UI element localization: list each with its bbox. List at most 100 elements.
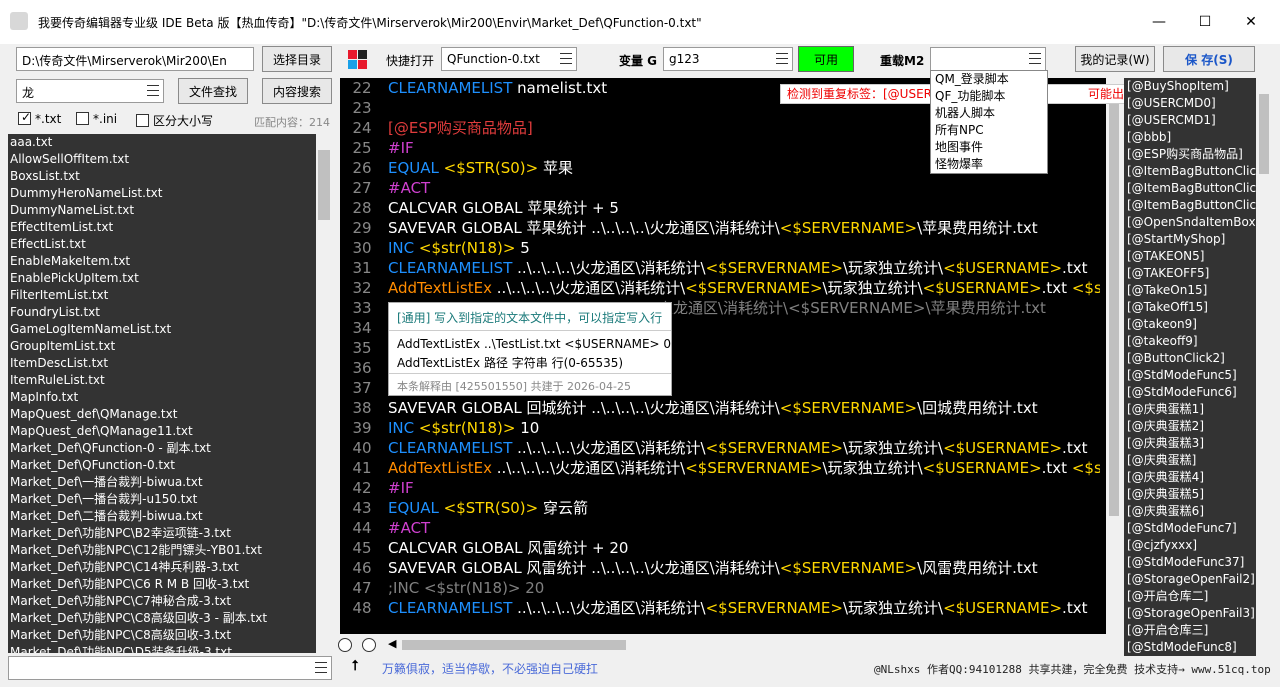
code-line[interactable]: AddTextListEx ..\..\..\..\火龙通区\消耗统计\<$SE… [388, 458, 1100, 478]
label-list-item[interactable]: [@ItemBagButtonClick [1124, 197, 1272, 214]
file-list-item[interactable]: MapInfo.txt [8, 389, 332, 406]
bookmark-prev-icon[interactable] [338, 638, 352, 652]
file-list-item[interactable]: Market_Def\QFunction-0.txt [8, 457, 332, 474]
scroll-thumb[interactable] [1109, 96, 1119, 516]
label-list-item[interactable]: [@StdModeFunc37] [1124, 554, 1272, 571]
file-list-item[interactable]: Market_Def\功能NPC\C12能門镖头-YB01.txt [8, 542, 332, 559]
available-button[interactable]: 可用 [798, 46, 854, 72]
close-button[interactable]: ✕ [1228, 10, 1274, 34]
label-list-item[interactable]: [@takeon9] [1124, 316, 1272, 333]
file-list-item[interactable]: Market_Def\功能NPC\C7神秘合成-3.txt [8, 593, 332, 610]
case-sensitive-checkbox[interactable]: 区分大小写 [136, 112, 213, 129]
label-list-item[interactable]: [@庆典蛋糕] [1124, 452, 1272, 469]
code-line[interactable]: CALCVAR GLOBAL 风雷统计 + 20 [388, 538, 1100, 558]
editor-vertical-scrollbar[interactable] [1106, 78, 1122, 634]
label-list-item[interactable]: [@TAKEON5] [1124, 248, 1272, 265]
file-list-item[interactable]: AllowSellOffItem.txt [8, 151, 332, 168]
file-list-item[interactable]: Market_Def\功能NPC\C8高级回收-3 - 副本.txt [8, 610, 332, 627]
file-list-item[interactable]: EnablePickUpItem.txt [8, 270, 332, 287]
file-list-item[interactable]: EffectList.txt [8, 236, 332, 253]
dropdown-option[interactable]: 怪物爆率 [931, 156, 1047, 173]
code-line[interactable]: ;INC <$str(N18)> 20 [388, 578, 1100, 598]
scroll-thumb[interactable] [402, 640, 626, 650]
code-line[interactable]: SAVEVAR GLOBAL 风雷统计 ..\..\..\..\火龙通区\消耗统… [388, 558, 1100, 578]
label-list-item[interactable]: [@StdModeFunc6] [1124, 384, 1272, 401]
editor-horizontal-scrollbar[interactable]: ◀ [336, 636, 1122, 654]
file-list-item[interactable]: ItemDescList.txt [8, 355, 332, 372]
search-input[interactable]: 龙 [16, 79, 164, 103]
label-list-scrollbar[interactable] [1256, 78, 1272, 656]
code-line[interactable]: CLEARNAMELIST ..\..\..\..\火龙通区\消耗统计\<$SE… [388, 258, 1100, 278]
label-list-item[interactable]: [@USERCMD1] [1124, 112, 1272, 129]
file-list-item[interactable]: Market_Def\功能NPC\D5装备升级-3.txt [8, 644, 332, 653]
file-list-item[interactable]: MapQuest_def\QManage.txt [8, 406, 332, 423]
file-list-item[interactable]: DummyHeroNameList.txt [8, 185, 332, 202]
label-list-item[interactable]: [@StorageOpenFail2] [1124, 571, 1272, 588]
quick-open-input[interactable]: QFunction-0.txt [441, 47, 577, 71]
label-list-item[interactable]: [@StorageOpenFail3] [1124, 605, 1272, 622]
label-list-item[interactable]: [@庆典蛋糕6] [1124, 503, 1272, 520]
file-list-item[interactable]: EnableMakeItem.txt [8, 253, 332, 270]
file-list-item[interactable]: ItemRuleList.txt [8, 372, 332, 389]
label-list-item[interactable]: [@OpenSndaItemBox] [1124, 214, 1272, 231]
dropdown-option[interactable]: 所有NPC [931, 122, 1047, 139]
label-list-item[interactable]: [@庆典蛋糕4] [1124, 469, 1272, 486]
menu-icon[interactable] [147, 85, 159, 96]
label-list-item[interactable]: [@开启仓库二] [1124, 588, 1272, 605]
bookmark-next-icon[interactable] [362, 638, 376, 652]
variable-input[interactable]: g123 [663, 47, 793, 71]
label-list-item[interactable]: [@开启仓库三] [1124, 622, 1272, 639]
label-list-item[interactable]: [@StdModeFunc7] [1124, 520, 1272, 537]
code-line[interactable]: CLEARNAMELIST ..\..\..\..\火龙通区\消耗统计\<$SE… [388, 598, 1100, 618]
code-line[interactable]: #ACT [388, 518, 1100, 538]
my-records-button[interactable]: 我的记录(W) [1075, 46, 1155, 72]
content-search-button[interactable]: 内容搜索 [262, 78, 332, 104]
code-line[interactable]: INC <$str(N18)> 5 [388, 238, 1100, 258]
label-list-item[interactable]: [@takeoff9] [1124, 333, 1272, 350]
label-list-item[interactable]: [@庆典蛋糕2] [1124, 418, 1272, 435]
code-line[interactable]: EQUAL <$STR(S0)> 穿云箭 [388, 498, 1100, 518]
txt-filter-checkbox[interactable]: ✓ *.txt [18, 110, 61, 126]
minimize-button[interactable]: — [1136, 10, 1182, 34]
label-list-item[interactable]: [@庆典蛋糕1] [1124, 401, 1272, 418]
menu-icon[interactable] [1029, 53, 1041, 64]
label-list-item[interactable]: [@USERCMD0] [1124, 95, 1272, 112]
color-palette-icon[interactable] [348, 50, 368, 70]
file-list-item[interactable]: aaa.txt [8, 134, 332, 151]
scroll-top-icon[interactable]: ⭡ [352, 658, 359, 674]
code-line[interactable]: #IF [388, 478, 1100, 498]
file-filter-input[interactable] [8, 656, 332, 680]
file-list-item[interactable]: EffectItemList.txt [8, 219, 332, 236]
file-list-item[interactable]: Market_Def\二播台裁判-biwua.txt [8, 508, 332, 525]
ini-filter-checkbox[interactable]: *.ini [76, 112, 117, 126]
code-line[interactable]: AddTextListEx ..\..\..\..\火龙通区\消耗统计\<$SE… [388, 278, 1100, 298]
code-line[interactable]: SAVEVAR GLOBAL 回城统计 ..\..\..\..\火龙通区\消耗统… [388, 398, 1100, 418]
menu-icon[interactable] [776, 53, 788, 64]
dropdown-option[interactable]: 机器人脚本 [931, 105, 1047, 122]
directory-path-input[interactable]: D:\传奇文件\Mirserverok\Mir200\En [16, 47, 254, 71]
maximize-button[interactable]: ☐ [1182, 10, 1228, 34]
label-list-item[interactable]: [@StdModeFunc5] [1124, 367, 1272, 384]
label-list-item[interactable]: [@StartMyShop] [1124, 231, 1272, 248]
code-line[interactable]: INC <$str(N18)> 10 [388, 418, 1100, 438]
label-list-item[interactable]: [@StdModeFunc8] [1124, 639, 1272, 656]
label-list-item[interactable]: [@ItemBagButtonClick [1124, 180, 1272, 197]
menu-icon[interactable] [315, 662, 327, 673]
file-list-item[interactable]: Market_Def\功能NPC\C6 R M B 回收-3.txt [8, 576, 332, 593]
file-list-item[interactable]: FoundryList.txt [8, 304, 332, 321]
reload-m2-dropdown[interactable]: QM_登录脚本 QF_功能脚本 机器人脚本 所有NPC 地图事件 怪物爆率 [930, 70, 1048, 174]
file-list-item[interactable]: MapQuest_def\QManage11.txt [8, 423, 332, 440]
scroll-thumb[interactable] [1259, 94, 1269, 174]
dropdown-option[interactable]: QM_登录脚本 [931, 71, 1047, 88]
file-list-item[interactable]: FilterItemList.txt [8, 287, 332, 304]
code-line[interactable]: SAVEVAR GLOBAL 苹果统计 ..\..\..\..\火龙通区\消耗统… [388, 218, 1100, 238]
dropdown-option[interactable]: 地图事件 [931, 139, 1047, 156]
label-list-item[interactable]: [@TakeOff15] [1124, 299, 1272, 316]
file-search-button[interactable]: 文件查找 [178, 78, 248, 104]
code-line[interactable]: #ACT [388, 178, 1100, 198]
label-list-item[interactable]: [@ItemBagButtonClick [1124, 163, 1272, 180]
code-line[interactable]: CALCVAR GLOBAL 苹果统计 + 5 [388, 198, 1100, 218]
label-list[interactable]: [@BuyShopItem] [@USERCMD0] [@USERCMD1] [@bb… [1124, 78, 1272, 656]
file-list-scrollbar[interactable] [316, 134, 332, 653]
label-list-item[interactable]: [@TakeOn15] [1124, 282, 1272, 299]
